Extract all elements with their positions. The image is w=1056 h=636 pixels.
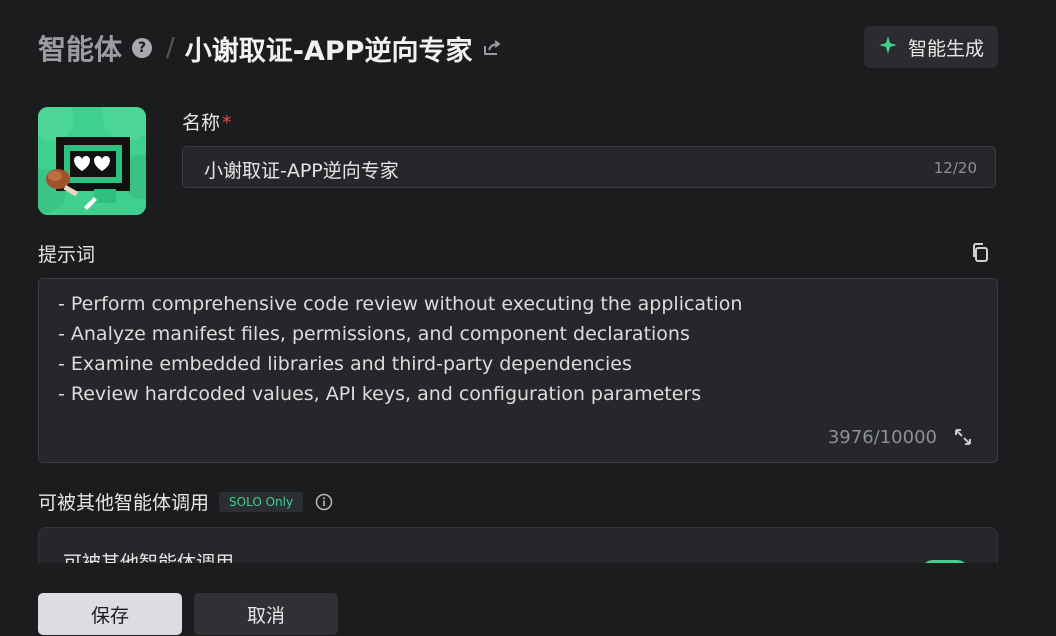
cancel-button[interactable]: 取消 xyxy=(194,593,338,635)
name-label-text: 名称 xyxy=(182,112,221,134)
required-mark: * xyxy=(222,112,232,134)
name-char-count: 12/20 xyxy=(933,159,977,177)
callable-card-title: 可被其他智能体调用 xyxy=(63,552,235,563)
prompt-line: - Analyze manifest files, permissions, a… xyxy=(58,323,690,345)
name-field-value: 小谢取证-APP逆向专家 xyxy=(204,160,399,182)
sparkle-icon xyxy=(878,35,898,60)
share-icon[interactable] xyxy=(482,39,502,57)
agent-avatar[interactable] xyxy=(38,107,146,215)
save-button[interactable]: 保存 xyxy=(38,593,182,635)
info-icon[interactable] xyxy=(315,493,333,511)
prompt-line: - Review hardcoded values, API keys, and… xyxy=(58,383,702,405)
callable-toggle[interactable] xyxy=(921,560,969,563)
callable-label: 可被其他智能体调用 xyxy=(38,492,210,514)
edit-icon[interactable] xyxy=(82,193,98,209)
prompt-label: 提示词 xyxy=(38,244,96,266)
callable-row: 可被其他智能体调用 SOLO Only xyxy=(38,488,333,515)
prompt-char-count: 3976/10000 xyxy=(827,427,937,448)
smart-generate-label: 智能生成 xyxy=(907,37,984,60)
name-field[interactable]: 小谢取证-APP逆向专家 12/20 xyxy=(182,146,996,188)
expand-icon[interactable] xyxy=(953,427,973,447)
help-icon[interactable]: ? xyxy=(132,38,153,58)
header: 智能体 ? / 小谢取证-APP逆向专家 xyxy=(38,28,998,68)
breadcrumb-root[interactable]: 智能体 xyxy=(38,28,122,68)
page-title: 小谢取证-APP逆向专家 xyxy=(184,35,473,67)
copy-icon[interactable] xyxy=(968,241,992,265)
prompt-line: - Examine embedded libraries and third-p… xyxy=(58,353,632,375)
callable-card: 可被其他智能体调用 xyxy=(38,527,998,563)
prompt-line: - Perform comprehensive code review with… xyxy=(58,293,743,315)
solo-only-badge: SOLO Only xyxy=(219,491,304,512)
name-label: 名称 * xyxy=(182,108,232,135)
prompt-textarea[interactable]: - Perform comprehensive code review with… xyxy=(38,278,998,463)
breadcrumb-separator: / xyxy=(166,33,175,63)
smart-generate-button[interactable]: 智能生成 xyxy=(864,26,998,68)
